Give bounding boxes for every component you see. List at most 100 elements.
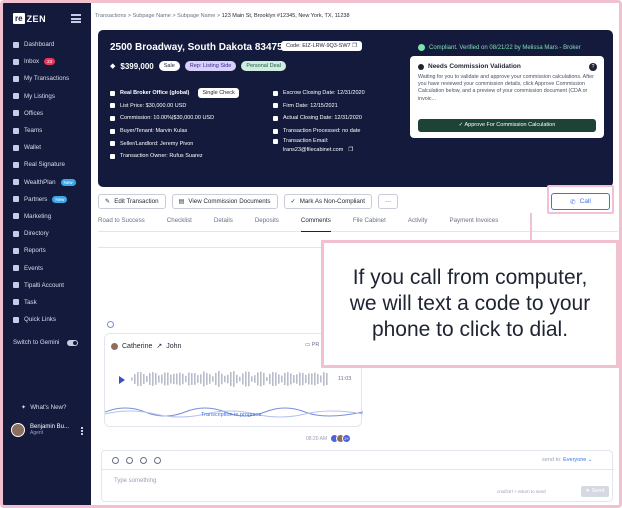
sidebar-item-real-signature[interactable]: Real Signature [3,156,91,173]
more-actions-button[interactable]: ··· [378,194,399,209]
more-avatars-badge: 2+ [342,434,352,443]
play-icon[interactable] [119,376,125,384]
detail-row: Seller/Landlord: Jeremy Pivon [110,137,239,150]
send-button[interactable]: ➤ Send [581,486,609,497]
message-to: John [166,342,182,350]
sidebar-item-my-listings[interactable]: My Listings [3,88,91,105]
waveform-bar [221,373,223,385]
waveform-bar [269,373,271,385]
transaction-code-chip[interactable]: Code: EIZ-LRW-9Q3-SW7 ❐ [281,41,363,51]
tab-checklist[interactable]: Checklist [167,214,192,232]
user-menu-icon[interactable] [81,427,83,435]
comment-composer: send to: Everyone ⌄ Type something cmd/c… [101,450,614,502]
collapse-sidebar-icon[interactable] [71,14,81,23]
waveform-bar [167,372,169,386]
megaphone-icon: ✦ [21,404,27,411]
waveform-bar [137,372,139,386]
sidebar-item-directory[interactable]: Directory [3,225,91,242]
breadcrumb-transactions[interactable]: Transactions [95,13,126,19]
sidebar-item-marketing[interactable]: Marketing [3,208,91,225]
send-hint: cmd/ctrl + return to send [497,489,546,494]
tab-details[interactable]: Details [214,214,233,232]
team-icon [13,127,19,134]
sidebar-item-reports[interactable]: Reports [3,242,91,259]
compliance-status: Compliant. Verified on 08/21/22 by Melis… [418,44,581,51]
waveform-bar [239,376,241,382]
send-to-select[interactable]: send to: Everyone ⌄ [542,457,593,463]
whats-new-link[interactable]: ✦ What's New? [21,404,66,411]
waveform-bar [278,374,280,384]
waveform-bar [290,373,292,385]
sidebar-item-dashboard[interactable]: Dashboard [3,36,91,53]
mention-icon[interactable] [126,457,133,464]
transcription-status: Transcription in progress [201,412,262,418]
logo[interactable]: re ZEN [13,13,46,24]
check-circle-icon [418,44,425,51]
megaphone-icon [13,213,19,220]
help-icon[interactable]: ? [589,63,597,71]
waveform-bar [182,373,184,385]
validation-title: Needs Commission Validation [418,63,596,70]
composer-toolbar [112,457,161,464]
edit-transaction-button[interactable]: ✎ Edit Transaction [98,194,166,209]
calendar-icon [273,103,278,109]
gemini-toggle[interactable] [67,339,79,346]
avatar [111,342,118,350]
sidebar-item-inbox[interactable]: Inbox 23 [3,53,91,70]
breadcrumb-subpage-2[interactable]: Subpage Name [177,13,215,19]
emoji-icon[interactable] [112,457,119,464]
waveform-bar [308,373,310,385]
audio-waveform[interactable] [131,368,331,390]
sidebar-item-teams[interactable]: Teams [3,122,91,139]
image-icon[interactable] [154,457,161,464]
sidebar-item-offices[interactable]: Offices [3,105,91,122]
warning-icon [418,63,424,70]
view-commission-documents-button[interactable]: ▤ View Commission Documents [171,194,278,209]
comment-input[interactable]: Type something [114,478,156,484]
mail-icon [273,138,278,144]
sidebar-item-events[interactable]: Events [3,259,91,276]
person-icon [110,141,115,147]
validation-body: Waiting for you to validate and approve … [418,74,594,102]
sidebar-item-task[interactable]: Task [3,294,91,311]
tab-payment-invoices[interactable]: Payment Invoices [449,214,498,232]
attach-icon[interactable] [140,457,147,464]
sidebar-item-tipalti-account[interactable]: Tipalti Account [3,277,91,294]
switch-to-gemini[interactable]: Switch to Gemini [3,334,91,351]
calendar-icon [13,265,19,272]
single-check-chip[interactable]: Single Check [198,88,239,99]
sidebar-item-quick-links[interactable]: Quick Links [3,311,91,328]
call-button[interactable]: ✆ Call [551,193,610,210]
tab-deposits[interactable]: Deposits [255,214,279,232]
user-profile[interactable]: Benjamin Bu... Agent [11,423,69,437]
tab-file-cabinet[interactable]: File Cabinet [353,214,386,232]
inbox-icon [13,58,19,65]
waveform-bar [236,374,238,384]
tab-activity[interactable]: Activity [408,214,428,232]
sidebar-item-my-transactions[interactable]: My Transactions [3,70,91,87]
mark-non-compliant-button[interactable]: ✓ Mark As Non-Compliant [283,194,373,209]
detail-row: lrans23@filecabinet.com ❐ [283,146,354,153]
tab-road-to-success[interactable]: Road to Success [98,214,145,232]
detail-row: Commission: 10.00%|$30,000.00 USD [110,112,239,125]
copy-icon[interactable]: ❐ [348,147,353,153]
arrow-icon: ↗ [156,343,163,350]
waveform-bar [161,374,163,384]
app-frame: re ZEN Dashboard Inbox 23 My Transactions… [0,0,622,508]
sidebar-item-wallet[interactable]: Wallet [3,139,91,156]
copy-icon[interactable]: ❐ [352,43,357,49]
logo-text: ZEN [26,13,47,24]
approve-commission-button[interactable]: ✓ Approve For Commission Calculation [418,119,596,132]
sidebar-item-wealthplan[interactable]: WealthPlan New [3,174,91,191]
directory-icon [13,230,19,237]
waveform-bar [293,375,295,383]
phone-icon: ✆ [570,198,576,206]
sidebar-item-partners[interactable]: Partners New [3,191,91,208]
price-row: ◆ $399,000 Sale Rep: Listing Side Person… [110,61,286,71]
wallet-icon [13,144,19,151]
waveform-bar [179,372,181,386]
tab-comments[interactable]: Comments [300,214,331,232]
add-icon[interactable] [107,321,114,328]
account-icon [13,282,19,289]
breadcrumb-subpage-1[interactable]: Subpage Name [133,13,171,19]
